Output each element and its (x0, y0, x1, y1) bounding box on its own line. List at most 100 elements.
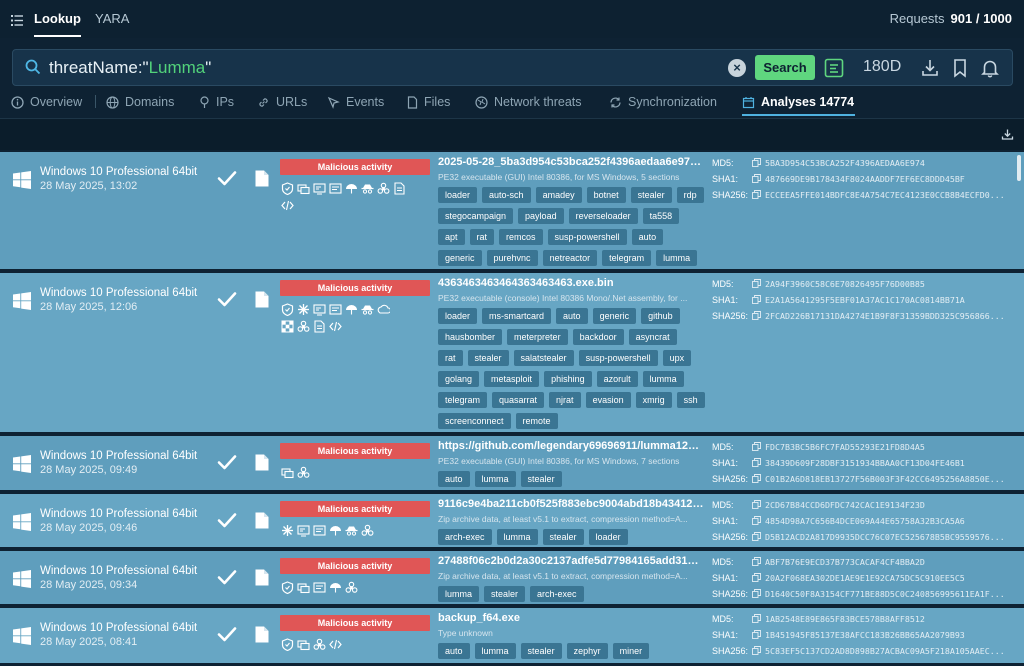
bug-icon[interactable] (297, 303, 310, 316)
tab-synchronization[interactable]: Synchronization (609, 95, 717, 109)
sha1-value[interactable]: 20A2F068EA302DE1AE9E1E92CA75DC5C910EE5C5 (765, 573, 965, 583)
tag[interactable]: remcos (499, 229, 543, 245)
bug-icon[interactable] (281, 524, 294, 537)
task-title[interactable]: 9116c9e4ba211cb0f525f883ebc9004abd18b434… (438, 498, 704, 510)
copy-icon[interactable] (752, 556, 765, 568)
tag[interactable]: quasarrat (492, 392, 545, 408)
clear-icon[interactable]: × (728, 59, 746, 77)
biohazard-icon[interactable] (297, 466, 310, 479)
sha1-value[interactable]: E2A1A5641295F5EBF01A37AC1C170AC0814BB71A (765, 295, 965, 305)
sha256-value[interactable]: D1640C50F8A3154CF771BE88D5C0C24085699561… (765, 589, 1005, 599)
copy-icon[interactable] (752, 278, 765, 290)
windows-icon[interactable] (297, 638, 310, 651)
tag[interactable]: purehvnc (486, 250, 538, 266)
tag[interactable]: susp-powershell (547, 229, 627, 245)
tag[interactable]: netreactor (542, 250, 598, 266)
tag[interactable]: lumma (656, 250, 698, 266)
script-icon[interactable] (313, 524, 326, 537)
sha256-value[interactable]: D5B12ACD2A817D9935DCC76C07EC525678B5BC95… (765, 532, 1005, 542)
windows-icon[interactable] (297, 182, 310, 195)
tag[interactable]: asyncrat (628, 329, 677, 345)
sha256-value[interactable]: 2FCAD226B17131DA4274E1B9F8F31359BDD325C9… (765, 311, 1005, 321)
umbrella-icon[interactable] (345, 182, 358, 195)
copy-icon[interactable] (752, 588, 765, 600)
list-menu-icon[interactable] (11, 13, 23, 26)
grid-icon[interactable] (281, 320, 294, 333)
analysis-row[interactable]: Windows 10 Professional 64bit 28 May 2025… (0, 494, 1024, 550)
tag[interactable]: stealer (467, 350, 509, 366)
tag[interactable]: meterpreter (507, 329, 568, 345)
sha256-value[interactable]: ECCEEA5FFE014BDFC8E4A754C7EC4123E0CCB8B4… (765, 190, 1005, 200)
doc-icon[interactable] (393, 182, 406, 195)
tag[interactable]: salatstealer (513, 350, 574, 366)
sha1-value[interactable]: 487669DE9B178434F8024AADDF7EF6EC8DDD45BF (765, 174, 965, 184)
tag[interactable]: ms-smartcard (482, 308, 552, 324)
sha1-value[interactable]: 4854D98A7C656B4DCE069A44E65758A32B3CA5A6 (765, 516, 965, 526)
tag[interactable]: botnet (586, 187, 626, 203)
analysis-row[interactable]: Windows 10 Professional 64bit 28 May 2025… (0, 273, 1024, 435)
copy-icon[interactable] (752, 157, 765, 169)
scrollbar-thumb[interactable] (1017, 155, 1021, 181)
tag[interactable]: susp-powershell (578, 350, 658, 366)
copy-icon[interactable] (752, 441, 765, 453)
export-download-icon[interactable] (1001, 128, 1014, 141)
tab-lookup[interactable]: Lookup (34, 11, 81, 37)
copy-icon[interactable] (752, 645, 765, 657)
umbrella-icon[interactable] (329, 524, 342, 537)
windows-icon[interactable] (297, 581, 310, 594)
biohazard-icon[interactable] (297, 320, 310, 333)
tab-overview[interactable]: Overview (11, 95, 82, 109)
tag[interactable]: ssh (676, 392, 705, 408)
tag[interactable]: auto (438, 643, 470, 659)
search-button[interactable]: Search (755, 55, 815, 80)
tag[interactable]: loader (588, 529, 628, 545)
tag[interactable]: telegram (438, 392, 488, 408)
copy-icon[interactable] (752, 613, 765, 625)
tag[interactable]: azorult (596, 371, 638, 387)
md5-value[interactable]: 2A94F3960C58C6E70826495F76D00B85 (765, 279, 925, 289)
spy-icon[interactable] (361, 182, 374, 195)
tag[interactable]: evasion (585, 392, 631, 408)
tag[interactable]: stealer (520, 471, 562, 487)
md5-value[interactable]: 1AB2548E89E865F83BCE578B8AFF8512 (765, 614, 925, 624)
shield-icon[interactable] (281, 182, 294, 195)
script-icon[interactable] (329, 182, 342, 195)
copy-icon[interactable] (752, 473, 765, 485)
tag[interactable]: miner (612, 643, 650, 659)
tag[interactable]: apt (438, 229, 465, 245)
md5-value[interactable]: 5BA3D954C53BCA252F4396AEDAA6E974 (765, 158, 925, 168)
sha256-value[interactable]: 5C83EF5C137CD2AD8D898B27ACBAC09A5F218A10… (765, 646, 1005, 656)
tag[interactable]: stealer (484, 586, 526, 602)
period-selector[interactable]: 180D (863, 58, 901, 76)
tag[interactable]: telegram (602, 250, 652, 266)
tag[interactable]: hausbomber (438, 329, 503, 345)
screen-icon[interactable] (313, 182, 326, 195)
tag[interactable]: rat (438, 350, 463, 366)
biohazard-icon[interactable] (377, 182, 390, 195)
tag[interactable]: phishing (544, 371, 592, 387)
analysis-row[interactable]: Windows 10 Professional 64bit 28 May 2025… (0, 152, 1024, 272)
umbrella-icon[interactable] (329, 581, 342, 594)
tag[interactable]: generic (592, 308, 637, 324)
tag[interactable]: zephyr (566, 643, 608, 659)
bell-icon[interactable] (979, 57, 1001, 79)
tag[interactable]: auto (631, 229, 664, 245)
tag[interactable]: metasploit (484, 371, 540, 387)
code-icon[interactable] (281, 199, 294, 212)
tag[interactable]: njrat (549, 392, 581, 408)
copy-icon[interactable] (752, 173, 765, 185)
tag[interactable]: rat (469, 229, 495, 245)
tag[interactable]: stegocampaign (438, 208, 514, 224)
spy-icon[interactable] (345, 524, 358, 537)
tag[interactable]: backdoor (572, 329, 624, 345)
biohazard-icon[interactable] (361, 524, 374, 537)
tag[interactable]: amadey (535, 187, 582, 203)
copy-icon[interactable] (752, 499, 765, 511)
md5-value[interactable]: 2CD67B84CCD6DFDC742CAC1E9134F23D (765, 500, 925, 510)
tag[interactable]: screenconnect (438, 413, 511, 429)
copy-icon[interactable] (752, 189, 765, 201)
tag[interactable]: stealer (630, 187, 672, 203)
tag[interactable]: generic (438, 250, 482, 266)
bookmark-icon[interactable] (949, 57, 971, 79)
script-icon[interactable] (329, 303, 342, 316)
